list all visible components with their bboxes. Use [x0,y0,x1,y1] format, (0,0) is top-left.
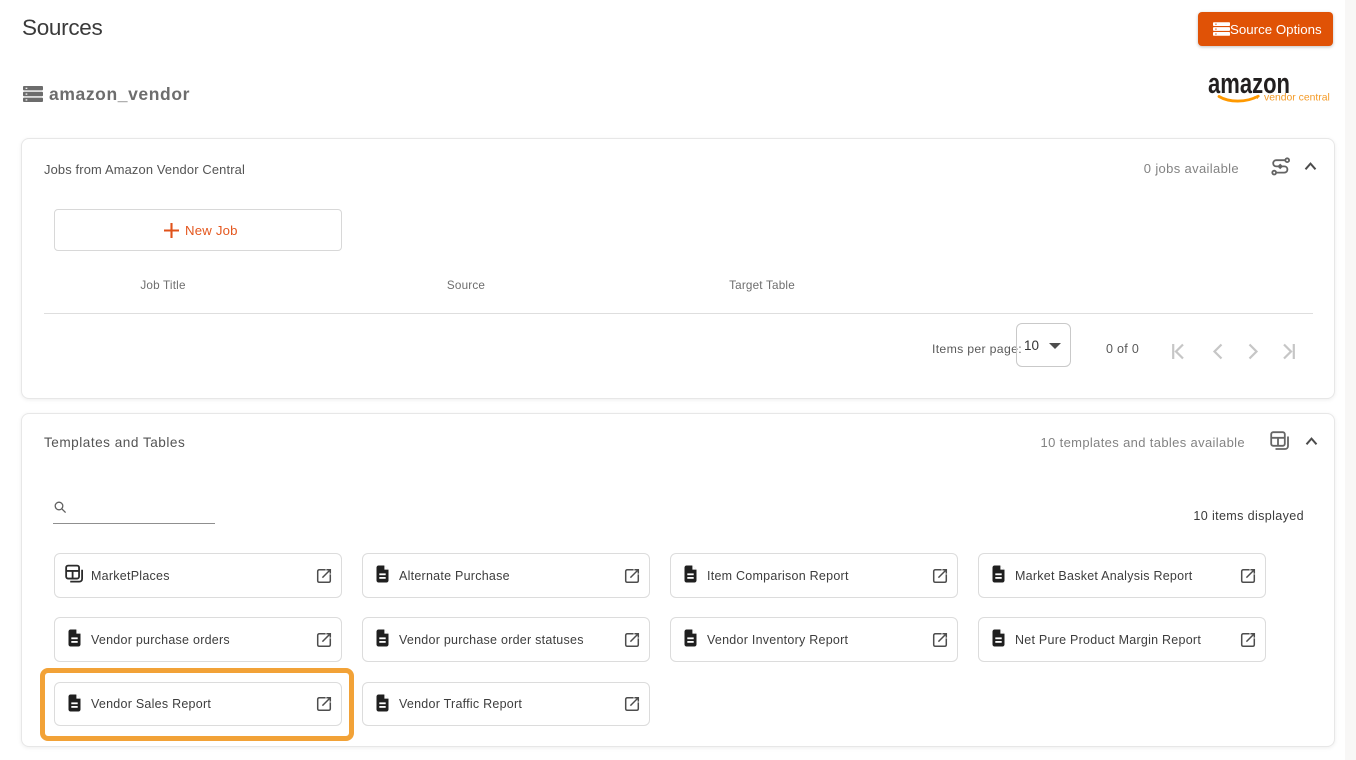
svg-text:vendor central: vendor central [1264,93,1330,104]
